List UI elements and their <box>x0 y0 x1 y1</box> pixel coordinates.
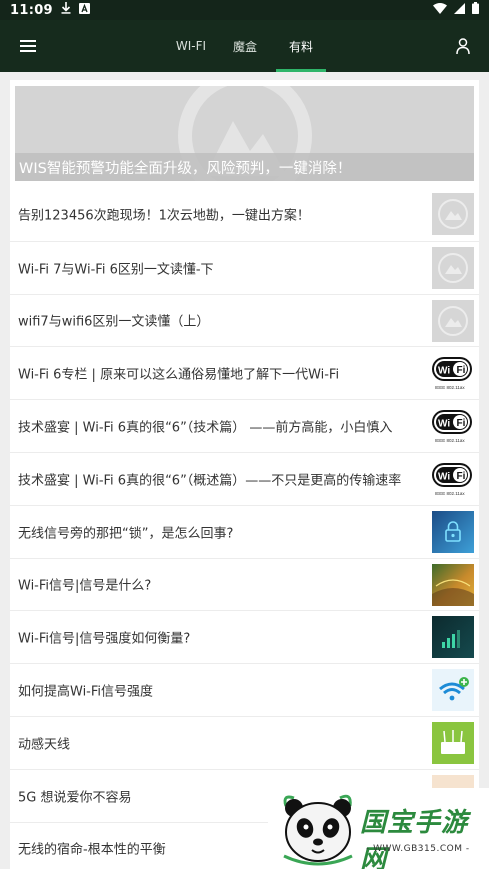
list-item[interactable]: 无线信号旁的那把“锁”，是怎么回事? <box>10 504 479 558</box>
status-bar: 11:09 <box>0 0 489 20</box>
article-list: 告别123456次跑现场！1次云地勘，一键出方案！ Wi-Fi 7与Wi-Fi … <box>10 188 479 869</box>
profile-icon[interactable] <box>451 34 475 58</box>
download-icon <box>61 2 71 18</box>
svg-text:Wi: Wi <box>438 419 450 430</box>
article-title: Wi-Fi 6专栏 | 原来可以这么通俗易懂地了解下一代Wi-Fi <box>18 367 340 383</box>
tab-bar: WI-FI 魔盒 有料 <box>160 20 334 72</box>
article-feed: WIS智能预警功能全面升级，风险预判，一键消除！ 告别123456次跑现场！1次… <box>10 80 479 869</box>
tab-mohe[interactable]: 魔盒 <box>222 20 268 72</box>
list-item[interactable]: Wi-Fi 7与Wi-Fi 6区别一文读懂-下 <box>10 240 479 294</box>
wifi-plus-icon <box>432 669 474 712</box>
image-placeholder-icon <box>432 193 474 235</box>
svg-text:IEEE 802.11ax: IEEE 802.11ax <box>435 491 465 496</box>
svg-text:Fi: Fi <box>457 418 466 429</box>
tab-wifi[interactable]: WI-FI <box>160 20 222 72</box>
list-item[interactable]: 动感天线 <box>10 715 479 769</box>
wifi6-badge-icon: Wi Fi IEEE 802.11ax <box>432 352 474 395</box>
watermark-title: 国宝手游网 <box>360 808 469 869</box>
list-item[interactable]: wifi7与wifi6区别一文读懂（上） <box>10 293 479 347</box>
router-icon <box>432 721 474 764</box>
list-item[interactable]: 技术盛宴 | Wi-Fi 6真的很“6”（技术篇） ——前方高能，小白慎入 Wi… <box>10 399 479 452</box>
article-title: 无线的宿命-根本性的平衡 <box>18 842 166 858</box>
article-title: 技术盛宴 | Wi-Fi 6真的很“6”（概述篇）——不只是更高的传输速率 <box>18 473 402 489</box>
article-title: 动感天线 <box>18 737 71 753</box>
list-item[interactable]: 如何提高Wi-Fi信号强度 <box>10 663 479 716</box>
list-item[interactable]: Wi-Fi信号|信号强度如何衡量? <box>10 610 479 663</box>
article-title: wifi7与wifi6区别一文读懂（上） <box>18 314 210 330</box>
forest-image-icon <box>432 563 474 606</box>
article-title: Wi-Fi信号|信号是什么? <box>18 578 152 594</box>
article-title: 技术盛宴 | Wi-Fi 6真的很“6”（技术篇） ——前方高能，小白慎入 <box>18 420 393 436</box>
article-title: 无线信号旁的那把“锁”，是怎么回事? <box>18 526 234 542</box>
svg-text:Fi: Fi <box>457 365 466 376</box>
wifi-icon <box>433 2 447 18</box>
list-item[interactable]: Wi-Fi信号|信号是什么? <box>10 557 479 611</box>
tab-wifi-label: WI-FI <box>175 39 207 53</box>
image-placeholder-icon <box>432 246 474 289</box>
wifi6-badge-icon: Wi Fi IEEE 802.11ax <box>432 457 474 500</box>
cell-signal-icon <box>454 2 465 18</box>
image-placeholder-icon <box>432 299 474 342</box>
article-title: 告别123456次跑现场！1次云地勘，一键出方案！ <box>18 208 310 224</box>
svg-text:IEEE 802.11ax: IEEE 802.11ax <box>435 385 465 390</box>
app-bar: WI-FI 魔盒 有料 <box>0 20 489 72</box>
tab-mohe-label: 魔盒 <box>232 39 257 54</box>
article-title: Wi-Fi信号|信号强度如何衡量? <box>18 631 191 647</box>
menu-icon[interactable] <box>14 34 42 58</box>
tab-youliao-label: 有料 <box>288 39 313 54</box>
status-time: 11:09 <box>10 2 53 18</box>
list-item[interactable]: 告别123456次跑现场！1次云地勘，一键出方案！ <box>10 188 479 241</box>
article-title: 5G 想说爱你不容易 <box>18 790 132 806</box>
watermark: 国宝手游网 - WWW.GB315.COM - <box>268 788 489 869</box>
lock-icon <box>432 510 474 553</box>
battery-icon <box>472 2 479 18</box>
tab-youliao[interactable]: 有料 <box>268 20 334 72</box>
svg-text:Wi: Wi <box>438 366 450 377</box>
svg-text:Fi: Fi <box>457 471 466 482</box>
banner-caption: WIS智能预警功能全面升级，风险预判，一键消除！ <box>15 153 474 181</box>
article-title: Wi-Fi 7与Wi-Fi 6区别一文读懂-下 <box>18 262 214 278</box>
panda-logo-icon <box>283 794 353 866</box>
article-title: 如何提高Wi-Fi信号强度 <box>18 684 154 700</box>
svg-text:IEEE 802.11ax: IEEE 802.11ax <box>435 438 465 443</box>
list-item[interactable]: Wi-Fi 6专栏 | 原来可以这么通俗易懂地了解下一代Wi-Fi Wi Fi IE… <box>10 346 479 399</box>
watermark-url: - WWW.GB315.COM - <box>366 844 470 854</box>
wifi6-badge-icon: Wi Fi IEEE 802.11ax <box>432 405 474 448</box>
list-item[interactable]: 技术盛宴 | Wi-Fi 6真的很“6”（概述篇）——不只是更高的传输速率 Wi… <box>10 451 479 505</box>
svg-text:Wi: Wi <box>438 471 450 482</box>
banner[interactable]: WIS智能预警功能全面升级，风险预判，一键消除！ <box>15 86 474 181</box>
a-badge-icon <box>78 2 90 18</box>
signal-strength-icon <box>432 616 474 659</box>
